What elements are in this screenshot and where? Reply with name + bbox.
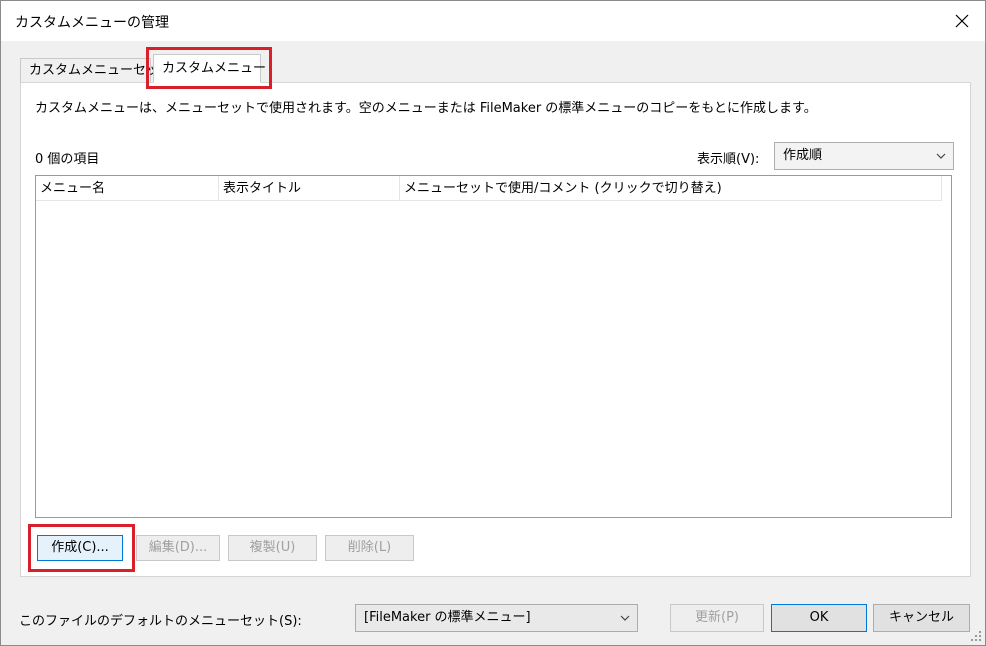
default-menu-set-value: [FileMaker の標準メニュー] [364,610,531,625]
sort-order-select[interactable]: 作成順 [774,142,954,170]
panel-description: カスタムメニューは、メニューセットで使用されます。空のメニューまたは FileM… [35,101,817,116]
duplicate-button[interactable]: 複製(U) [228,535,317,561]
window-title: カスタムメニューの管理 [15,15,169,31]
sort-order-label: 表示順(V): [697,152,760,167]
chevron-down-icon [936,153,946,159]
tab-custom-menu-sets[interactable]: カスタムメニューセット [20,58,172,84]
default-menu-set-select[interactable]: [FileMaker の標準メニュー] [355,604,638,632]
delete-button[interactable]: 削除(L) [325,535,414,561]
sort-order-value: 作成順 [783,148,823,163]
column-header-display-title[interactable]: 表示タイトル [219,176,400,201]
close-icon [955,14,969,28]
item-count: 0 個の項目 [35,152,100,167]
tab-custom-menus[interactable]: カスタムメニュー [153,54,266,83]
custom-menus-panel: カスタムメニューは、メニューセットで使用されます。空のメニューまたは FileM… [20,82,971,577]
manage-custom-menus-dialog: カスタムメニューの管理 カスタムメニューセット カスタムメニュー カスタムメニュ… [0,0,986,646]
cancel-button[interactable]: キャンセル [873,604,970,632]
create-button[interactable]: 作成(C)... [37,535,123,561]
column-header-usage-comment[interactable]: メニューセットで使用/コメント (クリックで切り替え) [400,176,942,201]
ok-button[interactable]: OK [771,604,867,632]
title-bar: カスタムメニューの管理 [1,1,985,41]
default-menu-set-label: このファイルのデフォルトのメニューセット(S): [19,614,302,629]
update-button[interactable]: 更新(P) [670,604,764,632]
edit-button[interactable]: 編集(D)... [136,535,220,561]
chevron-down-icon [620,615,630,621]
close-button[interactable] [939,1,985,41]
resize-grip-icon[interactable] [970,630,982,642]
menu-list[interactable]: メニュー名 表示タイトル メニューセットで使用/コメント (クリックで切り替え) [35,175,952,518]
list-header: メニュー名 表示タイトル メニューセットで使用/コメント (クリックで切り替え) [36,176,942,201]
column-header-menu-name[interactable]: メニュー名 [36,176,219,201]
